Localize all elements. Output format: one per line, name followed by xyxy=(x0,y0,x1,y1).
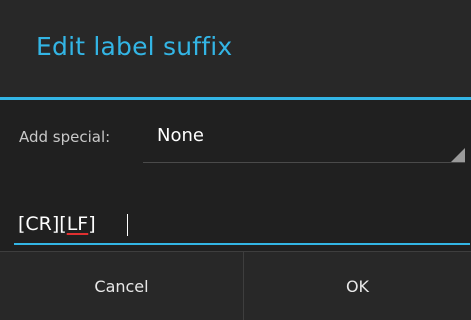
edit-label-suffix-dialog: Edit label suffix Add special: None [CR]… xyxy=(0,0,471,320)
text-cursor xyxy=(127,214,128,236)
suffix-text-end: ] xyxy=(88,213,96,235)
spinner-dropdown-arrow-icon xyxy=(451,148,465,162)
suffix-text-value: [CR][LF] xyxy=(18,213,96,235)
add-special-spinner[interactable]: None xyxy=(143,116,465,164)
add-special-label: Add special: xyxy=(19,128,111,146)
spinner-underline xyxy=(143,162,465,163)
dialog-title: Edit label suffix xyxy=(36,32,233,61)
cancel-button[interactable]: Cancel xyxy=(0,252,243,320)
dialog-title-bar: Edit label suffix xyxy=(0,0,471,97)
dialog-button-bar: Cancel OK xyxy=(0,251,471,320)
text-field-underline xyxy=(14,243,470,245)
suffix-text-spellcheck: LF xyxy=(66,213,89,235)
suffix-text-field[interactable]: [CR][LF] xyxy=(14,200,470,246)
suffix-text-plain: [CR][ xyxy=(18,213,67,235)
spinner-selected-value: None xyxy=(157,125,204,146)
ok-button[interactable]: OK xyxy=(244,252,471,320)
